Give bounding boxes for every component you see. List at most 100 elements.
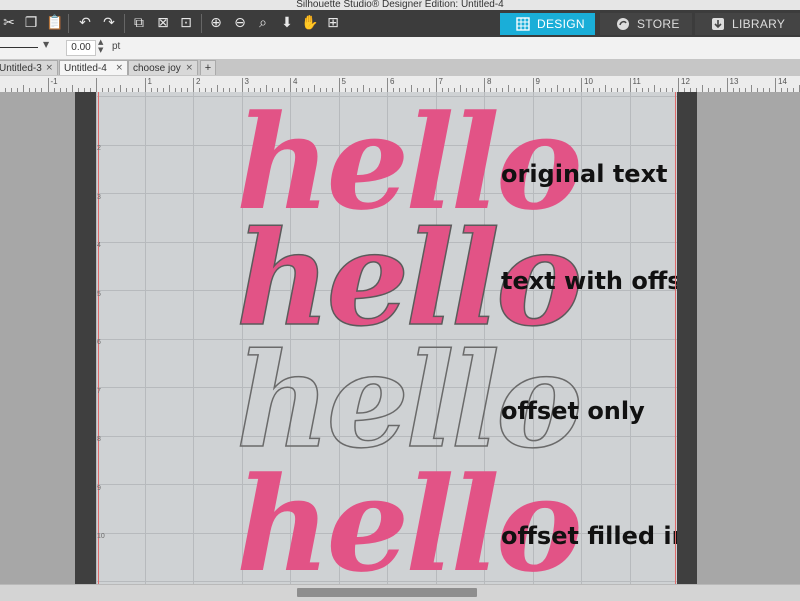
group-icon[interactable]: ⧉ (130, 14, 148, 32)
close-icon[interactable]: × (115, 61, 123, 76)
ruler-tick (71, 85, 73, 92)
ruler-tick (338, 78, 340, 92)
side-ruler-number: 4 (97, 242, 101, 249)
grid-line (193, 92, 194, 584)
tab-design[interactable]: DESIGN (500, 13, 595, 35)
zoom-select-icon[interactable]: ⌕ (254, 14, 272, 32)
ruler-tick (120, 85, 122, 92)
ruler-tick (387, 78, 388, 92)
ruler-number: 12 (681, 77, 690, 86)
undo-icon[interactable]: ↶ (76, 14, 94, 32)
close-icon[interactable]: × (185, 61, 193, 76)
ruler-number: 5 (341, 77, 346, 86)
side-ruler-number: 8 (97, 436, 101, 443)
tab-library[interactable]: LIBRARY (695, 13, 800, 35)
compound-path-icon[interactable]: ⊡ (177, 14, 195, 32)
ruler-tick (23, 85, 25, 92)
document-tab-bar: Untitled-3 × Untitled-4 × choose joy × + (0, 59, 800, 76)
ruler-tick (508, 85, 510, 92)
paste-icon[interactable]: 📋 (46, 14, 64, 32)
ruler-tick (144, 78, 146, 92)
grid-icon (516, 17, 530, 31)
ruler-number: 2 (196, 77, 201, 86)
stepper-icon[interactable]: ▲ ▼ (98, 38, 103, 54)
tab-store-label: STORE (637, 17, 680, 31)
pan-hand-icon[interactable]: ✋ (301, 14, 319, 32)
library-download-icon (712, 18, 724, 30)
doc-tab-label: Untitled-4 (64, 63, 107, 74)
line-style-sample[interactable] (0, 47, 38, 48)
window-title: Silhouette Studio® Designer Edition: Unt… (296, 0, 504, 10)
copy-icon[interactable]: ❐ (22, 14, 40, 32)
label-original-text: original text (501, 160, 668, 188)
label-offset-filled-in: offset filled in (501, 522, 677, 550)
chevron-down-icon[interactable]: ▼ (43, 40, 49, 49)
ruler-tick (290, 78, 291, 92)
ruler-number: 9 (535, 77, 540, 86)
doc-tab-untitled-4[interactable]: Untitled-4 × (59, 60, 128, 75)
ruler-tick (750, 85, 752, 92)
ruler-number: 6 (390, 77, 395, 86)
doc-tab-label: Untitled-3 (0, 63, 42, 74)
ruler-tick (459, 85, 461, 92)
ruler-number: 10 (584, 77, 593, 86)
side-ruler-number: 7 (97, 387, 101, 395)
toolbar-divider (124, 14, 125, 33)
ruler-tick (484, 78, 485, 92)
tab-library-label: LIBRARY (732, 17, 786, 31)
side-ruler-number: 3 (97, 193, 101, 201)
ruler-tick (653, 85, 655, 92)
horizontal-scrollbar[interactable] (0, 584, 800, 601)
ruler-number: 4 (293, 77, 298, 86)
zoom-out-icon[interactable]: ⊖ (231, 14, 249, 32)
ruler-number: 1 (147, 77, 152, 86)
ruler-number: 7 (438, 77, 443, 86)
doc-tab-untitled-3[interactable]: Untitled-3 × (0, 60, 58, 75)
ruler-tick (556, 85, 558, 92)
grid-line (144, 92, 146, 584)
horizontal-ruler: -1 1 2 3 4 5 6 7 8 9 10 11 12 13 14 (0, 76, 800, 93)
side-ruler-number: 5 (97, 290, 101, 298)
label-text-with-offset: text with offset (501, 267, 677, 295)
ruler-tick (217, 85, 219, 92)
ruler-tick (775, 78, 776, 92)
cut-border-right (675, 92, 676, 584)
line-width-unit: pt (112, 41, 121, 52)
side-ruler-number: 2 (97, 145, 101, 152)
side-ruler-number: 9 (97, 484, 101, 492)
doc-tab-choose-joy[interactable]: choose joy × (128, 60, 198, 75)
zoom-in-icon[interactable]: ⊕ (207, 14, 225, 32)
scrollbar-thumb[interactable] (297, 588, 477, 597)
ruler-tick (96, 78, 97, 92)
ruler-tick (702, 85, 704, 92)
line-width-input[interactable]: 0.00 (66, 40, 96, 56)
ruler-tick (411, 85, 413, 92)
side-ruler-number: 6 (97, 339, 101, 346)
redo-icon[interactable]: ↷ (100, 14, 118, 32)
tab-store[interactable]: STORE (600, 13, 692, 35)
ruler-number: -1 (50, 77, 58, 86)
tab-design-label: DESIGN (537, 17, 585, 31)
ruler-tick (605, 85, 607, 92)
ruler-number: 8 (487, 77, 492, 86)
store-icon (617, 18, 629, 30)
cut-icon[interactable]: ✂ (0, 14, 18, 32)
ruler-number: 11 (632, 77, 641, 86)
ruler-tick (314, 85, 316, 92)
ruler-tick (678, 78, 679, 92)
side-ruler-number: 10 (97, 533, 105, 540)
design-page[interactable]: hello hello hello hello original text te… (96, 92, 677, 584)
ruler-tick (629, 78, 631, 92)
add-tab-button[interactable]: + (200, 60, 216, 75)
ungroup-icon[interactable]: ⊠ (154, 14, 172, 32)
ruler-tick (435, 78, 437, 92)
move-down-icon[interactable]: ⬇ (278, 14, 296, 32)
ruler-tick (265, 85, 267, 92)
ruler-number: 13 (729, 77, 739, 86)
ruler-tick (532, 78, 534, 92)
ruler-tick (47, 78, 49, 92)
fit-to-page-icon[interactable]: ⊞ (324, 14, 342, 32)
close-icon[interactable]: × (45, 61, 53, 76)
doc-tab-label: choose joy (133, 63, 181, 74)
window-title-bar: Silhouette Studio® Designer Edition: Unt… (0, 0, 800, 10)
